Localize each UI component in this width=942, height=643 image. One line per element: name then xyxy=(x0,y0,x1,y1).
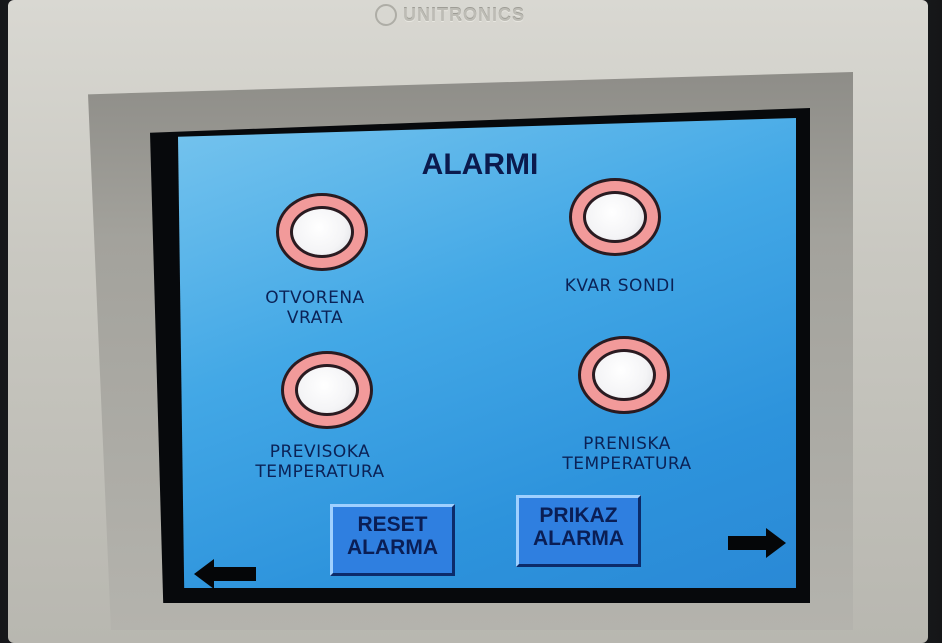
brand-label: UNITRONICS xyxy=(403,4,525,25)
alarm-lamp-previsoka-temperatura xyxy=(281,351,373,429)
arrow-right-icon[interactable] xyxy=(726,526,788,560)
lamp-indicator-icon xyxy=(295,364,359,416)
show-alarm-button[interactable]: PRIKAZ ALARMA xyxy=(516,495,641,567)
lamp-indicator-icon xyxy=(290,206,354,258)
alarm-lamp-otvorena-vrata xyxy=(276,193,368,271)
brand-logo-icon xyxy=(375,4,397,26)
lamp-indicator-icon xyxy=(592,349,656,401)
reset-alarm-button[interactable]: RESET ALARMA xyxy=(330,504,455,576)
alarm-label-preniska-temperatura: PRENISKA TEMPERATURA xyxy=(562,434,692,474)
alarm-lamp-preniska-temperatura xyxy=(578,336,670,414)
lamp-indicator-icon xyxy=(583,191,647,243)
alarm-label-otvorena-vrata: OTVORENA VRATA xyxy=(265,288,365,328)
alarm-label-kvar-sondi: KVAR SONDI xyxy=(564,276,676,296)
arrow-left-icon[interactable] xyxy=(192,556,258,592)
alarm-lamp-kvar-sondi xyxy=(569,178,661,256)
hmi-screen xyxy=(178,118,796,588)
alarm-label-previsoka-temperatura: PREVISOKA TEMPERATURA xyxy=(255,442,385,482)
page-title: ALARMI xyxy=(421,148,539,181)
device-brand: UNITRONICS xyxy=(375,2,575,28)
